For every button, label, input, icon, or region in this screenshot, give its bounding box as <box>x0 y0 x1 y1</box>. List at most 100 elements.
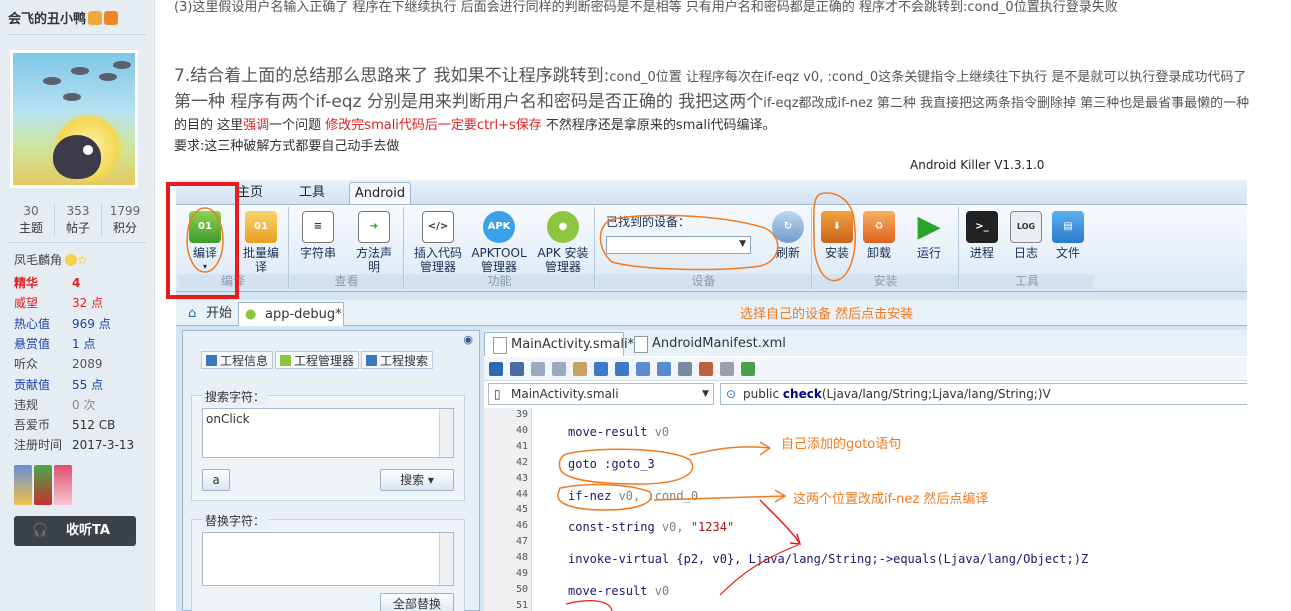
stat-threads[interactable]: 30 主题 <box>8 203 55 237</box>
eye-icon[interactable]: ◉ <box>463 333 473 346</box>
line-number: 48 <box>515 552 528 564</box>
method-icon: ⊙ <box>726 387 737 401</box>
case-toggle-button[interactable]: a <box>202 469 230 491</box>
code-editor: MainActivity.smali* AndroidManifest.xml … <box>484 330 1247 611</box>
method-combo[interactable]: ⊙ public check(Ljava/lang/String;Ljava/la… <box>720 383 1247 405</box>
line-number: 51 <box>515 599 528 611</box>
copy-icon[interactable] <box>552 362 566 376</box>
profile-field: 悬赏值 1 点 <box>14 336 96 351</box>
apktool-manager-button[interactable]: APK APKTOOL 管理器 <box>469 211 529 274</box>
replace-all-button[interactable]: 全部替换 <box>380 593 454 611</box>
paste-icon[interactable] <box>573 362 587 376</box>
tab-start[interactable]: ⌂ 开始 <box>182 302 238 326</box>
method-declaration-button[interactable]: ➜ 方法声 明 <box>350 211 398 274</box>
profile-field: 吾爱币 512 CB <box>14 418 116 433</box>
project-panel: ◉ 工程信息 工程管理器 工程搜索 搜索字符： onClick a 搜索 ▾ 替换字… <box>182 330 480 611</box>
uninstall-button[interactable]: ♻ 卸载 <box>861 211 897 260</box>
strings-button[interactable]: ≡ 字符串 <box>296 211 340 260</box>
tab-androidmanifest[interactable]: AndroidManifest.xml <box>626 332 786 356</box>
line-number: 39 <box>515 409 528 420</box>
android-icon: ● <box>547 211 579 243</box>
line-number: 42 <box>515 456 528 468</box>
user-profile-sidebar: 会飞的丑小鸭 30 主题 353 帖子 1799 积分 凤毛麟角 ☆ 精华 4 威望 32 点… <box>0 0 155 611</box>
undo-icon[interactable] <box>594 362 608 376</box>
refresh-button[interactable]: ↻ 刷新 <box>770 211 806 260</box>
line-number: 49 <box>515 568 528 579</box>
group-install: ⬇ 安装 ♻ 卸载 ▶ 运行 安装 <box>813 207 959 289</box>
files-button[interactable]: ▤ 文件 <box>1050 211 1086 260</box>
post-line-note: 的目的 这里强调一个问题 修改完smali代码后一定要ctrl+s保存 不然程序… <box>174 118 776 133</box>
file-combo[interactable]: ▯ MainActivity.smali ▼ <box>488 383 714 405</box>
avatar[interactable] <box>10 50 138 188</box>
line-number: 44 <box>515 488 528 500</box>
install-button[interactable]: ⬇ 安装 <box>819 211 855 260</box>
apktool-icon: APK <box>483 211 515 243</box>
tab-project-manager[interactable]: 工程管理器 <box>275 351 360 369</box>
home-icon: ⌂ <box>188 306 197 321</box>
smiley-icon <box>65 254 78 266</box>
star-icon: ☆ <box>77 253 88 267</box>
lock-icon[interactable] <box>489 362 503 376</box>
log-button[interactable]: LOG 日志 <box>1008 211 1044 260</box>
replace-fieldset: 替换字符： 全部替换 <box>191 512 465 611</box>
line-number: 41 <box>515 440 528 452</box>
method-declaration-icon: ➜ <box>358 211 390 243</box>
editor-toolbar <box>484 357 1247 381</box>
follow-button[interactable]: 🎧 收听TA <box>14 516 136 546</box>
insert-code-manager-button[interactable]: </> 插入代码 管理器 <box>409 211 467 274</box>
code-line-40: move-result v0 <box>568 425 670 439</box>
group-tools: >_ 进程 LOG 日志 ▤ 文件 工具 <box>960 207 1094 289</box>
forward-icon[interactable] <box>657 362 671 376</box>
profile-field: 威望 32 点 <box>14 296 104 311</box>
tab-app-debug[interactable]: ● app-debug* <box>238 302 344 326</box>
tab-mainactivity-smali[interactable]: MainActivity.smali* <box>484 332 634 356</box>
file-icon: ▯ <box>494 387 501 401</box>
refresh-icon: ↻ <box>772 211 804 243</box>
tab-project-search[interactable]: 工程搜索 <box>361 351 434 369</box>
back-icon[interactable] <box>636 362 650 376</box>
play-icon: ▶ <box>917 209 941 244</box>
search-button[interactable]: 搜索 ▾ <box>380 469 454 491</box>
cut-icon[interactable] <box>531 362 545 376</box>
post-heading-7: 7.结合着上面的总结那么思路来了 我如果不让程序跳转到:cond_0位置 让程序… <box>174 66 1247 86</box>
link-icon[interactable] <box>741 362 755 376</box>
apk-install-manager-button[interactable]: ● APK 安装 管理器 <box>533 211 593 274</box>
run-button[interactable]: ▶ 运行 <box>911 209 947 261</box>
group-features: </> 插入代码 管理器 APK APKTOOL 管理器 ● APK 安装 管理器 功… <box>405 207 595 289</box>
screenshot-caption: Android Killer V1.3.1.0 <box>910 158 1045 172</box>
window-tabs: ⌂ 开始 ● app-debug* <box>176 300 1247 326</box>
stat-points[interactable]: 1799 积分 <box>102 203 148 237</box>
code-line-42: goto :goto_3 <box>568 457 655 471</box>
panel-tabs: 工程信息 工程管理器 工程搜索 <box>201 351 435 369</box>
device-select[interactable]: ▼ <box>606 236 751 254</box>
redo-icon[interactable] <box>615 362 629 376</box>
java-icon[interactable] <box>699 362 713 376</box>
headphones-icon: 🎧 <box>32 523 49 538</box>
profile-field: 注册时间 2017-3-13 <box>14 438 135 453</box>
list-icon[interactable] <box>720 362 734 376</box>
tab-home[interactable]: 主页 <box>226 182 274 204</box>
batch-compile-button[interactable]: 01 批量编 译 <box>236 211 286 274</box>
post-line-methods: 第一种 程序有两个if-eqz 分别是用来判断用户名和密码是否正确的 我把这两个… <box>174 92 1250 112</box>
stat-posts[interactable]: 353 帖子 <box>55 203 102 237</box>
code-line-44: if-nez v0, :cond_0 <box>568 489 699 503</box>
files-icon: ▤ <box>1052 211 1084 243</box>
device-label: 已找到的设备： <box>606 215 691 229</box>
uninstall-icon: ♻ <box>863 211 895 243</box>
processes-button[interactable]: >_ 进程 <box>964 211 1000 260</box>
save-icon[interactable] <box>510 362 524 376</box>
tab-android[interactable]: Android <box>349 182 411 204</box>
compile-button[interactable]: 01 编译 ▾ <box>182 211 228 274</box>
post-line-requirement: 要求:这三种破解方式都要自己动手去做 <box>174 139 400 154</box>
format-icon[interactable] <box>678 362 692 376</box>
post-line-3: (3)这里假设用户名输入正确了 程序在下继续执行 后面会进行同样的判断密码是不是… <box>174 0 1118 15</box>
tab-project-info[interactable]: 工程信息 <box>201 351 274 369</box>
tab-tools[interactable]: 工具 <box>288 182 336 204</box>
search-input[interactable]: onClick <box>202 408 454 458</box>
replace-input[interactable] <box>202 532 454 586</box>
username[interactable]: 会飞的丑小鸭 <box>8 8 119 27</box>
log-icon: LOG <box>1010 211 1042 243</box>
profile-field: 贡献值 55 点 <box>14 377 104 392</box>
code-line-46: const-string v0, "1234" <box>568 520 735 534</box>
line-number: 40 <box>515 424 528 436</box>
